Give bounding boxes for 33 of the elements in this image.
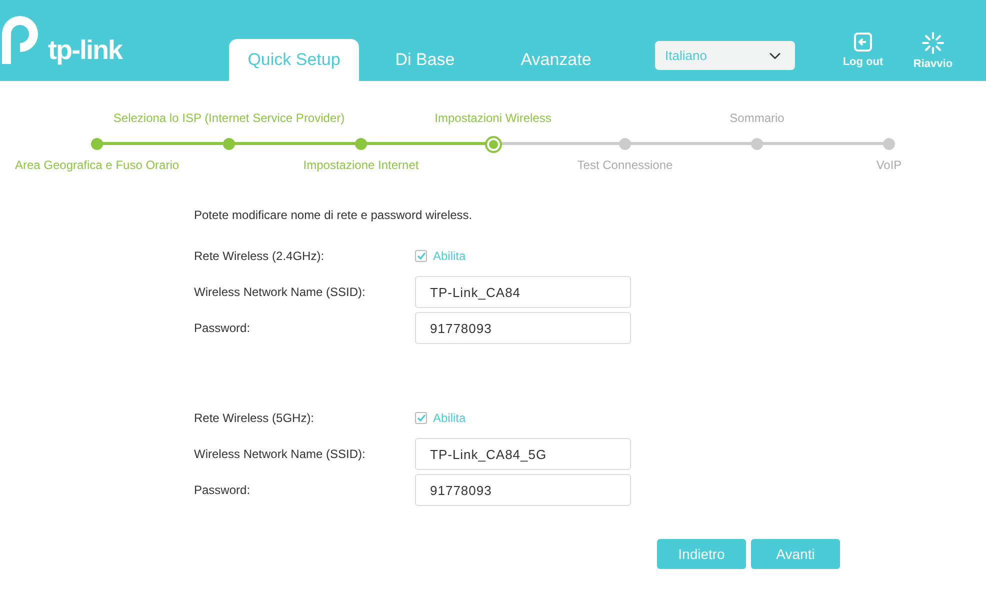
step-label: Sommario [730, 111, 784, 125]
logo-text: tp-link [48, 37, 122, 64]
step-label: Seleziona lo ISP (Internet Service Provider) [113, 111, 345, 125]
logout-icon [853, 32, 873, 52]
language-select[interactable]: Italiano [655, 41, 795, 70]
step-label: Impostazione Internet [303, 158, 419, 172]
field-label: Wireless Network Name (SSID): [194, 284, 366, 301]
step-label: Test Connessione [577, 158, 673, 172]
enable-checkbox[interactable]: Abilita [415, 409, 466, 427]
enable-checkbox[interactable]: Abilita [415, 247, 466, 265]
nav-tab[interactable]: Quick Setup [229, 39, 359, 81]
step-label: Impostazioni Wireless [434, 111, 552, 125]
field-label: Rete Wireless (5GHz): [194, 410, 316, 427]
nav-tab[interactable]: Avanzate [491, 39, 621, 81]
field-label: Wireless Network Name (SSID): [194, 446, 366, 463]
step-label: Area Geografica e Fuso Orario [14, 158, 180, 172]
logout-button[interactable]: Log out [836, 32, 890, 72]
loading-icon [922, 32, 944, 54]
check-icon [416, 252, 426, 260]
check-icon [416, 414, 426, 422]
password-field[interactable]: 91778093 [415, 474, 631, 506]
password-field[interactable]: 91778093 [415, 312, 631, 344]
field-label: Password: [194, 320, 252, 337]
field-label: Rete Wireless (2.4GHz): [194, 248, 326, 265]
reboot-button[interactable]: Riavvio [906, 32, 960, 72]
back-button[interactable]: Indietro [657, 539, 746, 569]
ssid-field[interactable]: TP-Link_CA84 [415, 276, 631, 308]
next-button[interactable]: Avanti [751, 539, 840, 569]
nav-tab[interactable]: Di Base [360, 39, 490, 81]
field-label: Password: [194, 482, 252, 499]
intro-text: Potete modificare nome di rete e password wireless. [194, 208, 472, 222]
ssid-field[interactable]: TP-Link_CA84_5G [415, 438, 631, 470]
step-label: VoIP [876, 158, 902, 172]
